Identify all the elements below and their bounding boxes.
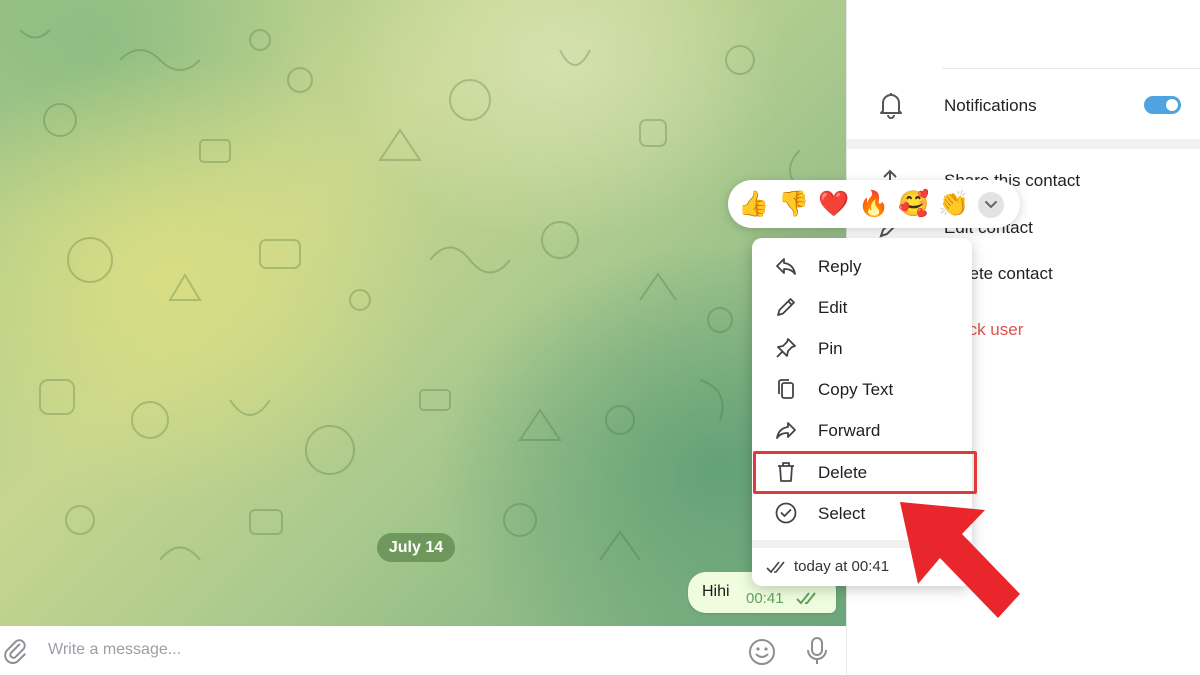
notifications-toggle[interactable] [1144,96,1181,114]
menu-item-delete[interactable]: Delete [752,452,972,493]
paperclip-icon[interactable] [2,638,28,664]
copy-icon [778,379,794,399]
menu-label: Delete [818,463,868,482]
reaction-heart[interactable]: ❤️ [818,188,850,220]
reaction-fire[interactable]: 🔥 [858,188,890,220]
message-time: 00:41 [746,590,784,607]
trash-icon [778,462,794,482]
menu-label: Edit [818,298,848,317]
menu-item-copy-text[interactable]: Copy Text [752,369,972,410]
message-input[interactable]: Write a message... [48,641,181,659]
menu-label: Reply [818,257,862,276]
reaction-clap[interactable]: 👏 [938,188,970,220]
chat-area: July 14 Hihi 00:41 [0,0,846,626]
reply-icon [776,258,796,275]
panel-divider-line [942,68,1200,69]
reaction-thumbs-up[interactable]: 👍 [738,188,770,220]
menu-item-pin[interactable]: Pin [752,328,972,369]
pencil-icon [777,298,795,316]
panel-section-divider [847,139,1200,149]
menu-item-edit[interactable]: Edit [752,287,972,328]
reaction-smiling-hearts[interactable]: 🥰 [898,188,930,220]
message-input-bar: Write a message... [0,626,846,675]
double-check-icon [796,592,816,605]
forward-icon [776,422,796,439]
menu-item-forward[interactable]: Forward [752,410,972,451]
microphone-icon[interactable] [804,636,830,666]
menu-label: Forward [818,421,881,440]
red-arrow-annotation [900,502,1020,618]
menu-label: Pin [818,339,843,358]
double-check-icon [766,561,785,574]
chevron-down-icon [985,201,997,209]
menu-label: Copy Text [818,380,894,399]
bell-icon [880,93,902,119]
reaction-bar: 👍 👎 ❤️ 🔥 🥰 👏 [728,180,1020,228]
date-separator: July 14 [377,533,455,562]
pin-icon [776,338,796,358]
message-text: Hihi [702,583,730,600]
notifications-label: Notifications [944,96,1037,115]
message-timestamp: today at 00:41 [794,558,890,575]
check-circle-icon [775,502,797,524]
toggle-knob [1164,97,1180,113]
menu-label: Select [818,504,866,523]
emoji-icon[interactable] [748,638,776,666]
reaction-thumbs-down[interactable]: 👎 [778,188,810,220]
more-reactions-button[interactable] [978,192,1004,218]
menu-item-reply[interactable]: Reply [752,246,972,287]
